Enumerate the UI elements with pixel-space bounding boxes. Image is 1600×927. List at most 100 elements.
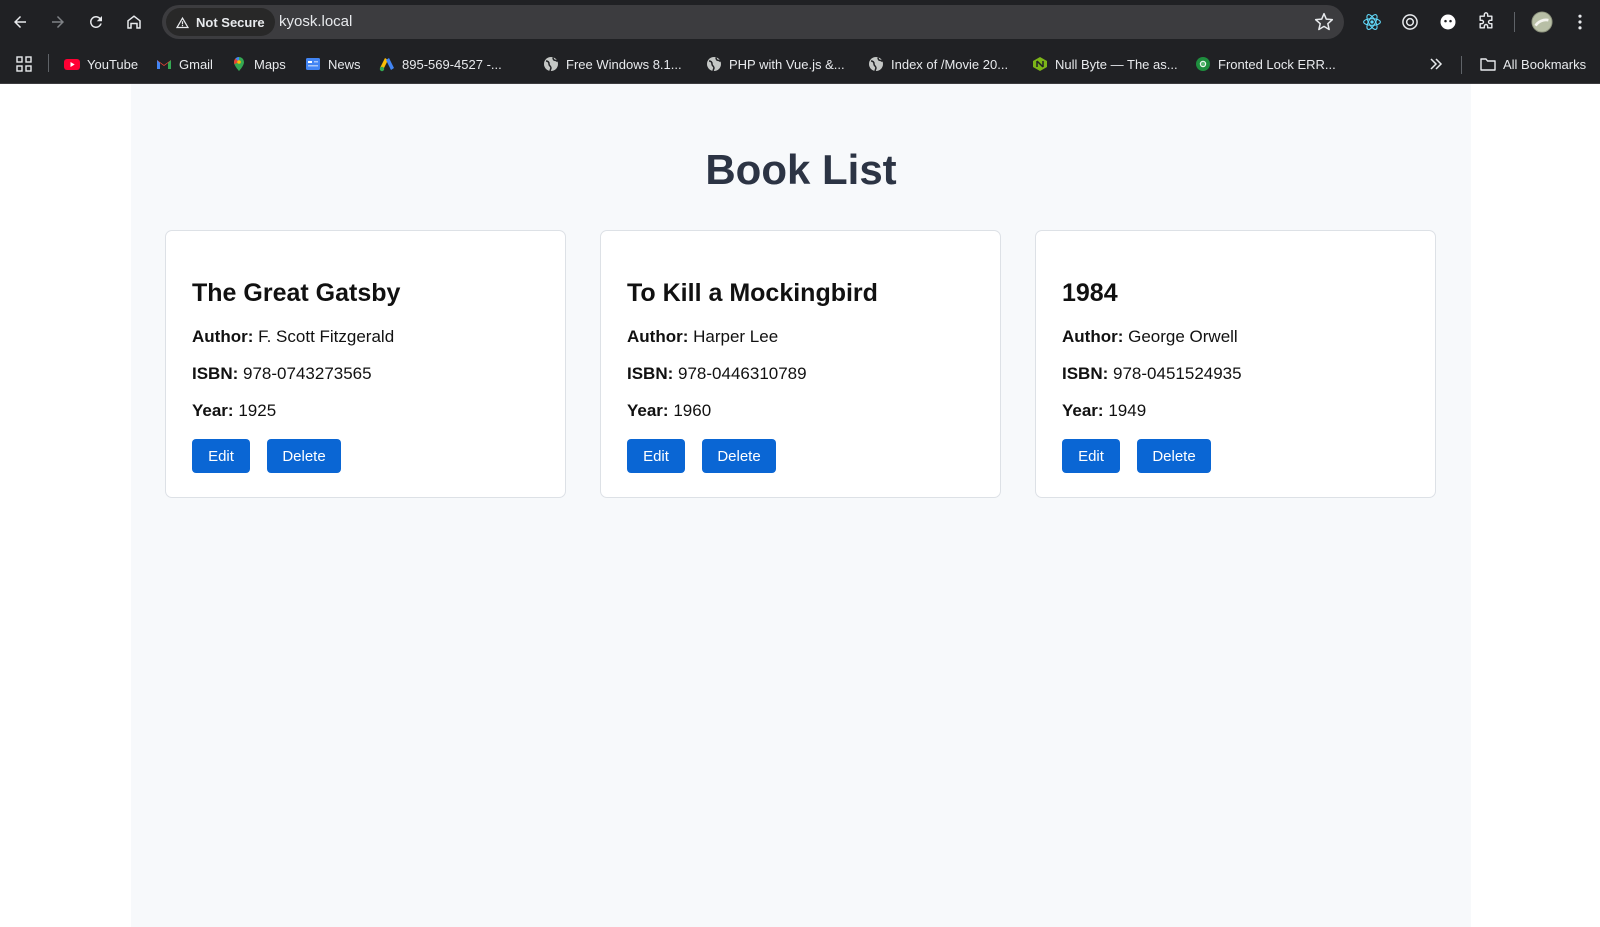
address-bar[interactable]: Not Secure kyosk.local — [162, 5, 1344, 39]
year-label: Year: — [1062, 401, 1104, 420]
chrome-green-icon — [1196, 57, 1210, 71]
book-year: Year: 1949 — [1062, 401, 1146, 421]
edit-button[interactable]: Edit — [1062, 439, 1120, 473]
author-label: Author: — [627, 327, 689, 346]
book-author: Author: George Orwell — [1062, 327, 1238, 347]
bookmark-fronted-lock[interactable]: Fronted Lock ERR... — [1195, 52, 1336, 76]
book-year: Year: 1960 — [627, 401, 711, 421]
isbn-value: 978-0451524935 — [1113, 364, 1242, 383]
double-chevron-right-icon — [1430, 58, 1443, 70]
book-isbn: ISBN: 978-0743273565 — [192, 364, 372, 384]
author-value: George Orwell — [1128, 327, 1238, 346]
year-value: 1960 — [673, 401, 712, 420]
reload-icon — [90, 16, 102, 28]
book-list-app: Book List The Great Gatsby Author: F. Sc… — [131, 84, 1471, 927]
bookmark-label: PHP with Vue.js &... — [729, 56, 845, 72]
bookmark-index-movie[interactable]: Index of /Movie 20... — [868, 52, 1008, 76]
react-devtools-icon[interactable] — [1360, 10, 1384, 34]
reload-button[interactable] — [78, 4, 114, 40]
bookmark-free-windows[interactable]: Free Windows 8.1... — [543, 52, 682, 76]
year-label: Year: — [192, 401, 234, 420]
extensions-puzzle-icon[interactable] — [1474, 10, 1498, 34]
bookmark-label: News — [328, 56, 361, 72]
isbn-value: 978-0446310789 — [678, 364, 807, 383]
author-value: Harper Lee — [693, 327, 779, 346]
bookmarks-bar: YouTube Gmail Maps News 895-569-4527 -..… — [0, 44, 1600, 84]
apps-grid-button[interactable] — [16, 52, 32, 76]
security-label: Not Secure — [196, 14, 265, 30]
book-isbn: ISBN: 978-0446310789 — [627, 364, 807, 384]
bookmark-label: Free Windows 8.1... — [566, 56, 682, 72]
delete-button[interactable]: Delete — [1137, 439, 1211, 473]
bookmark-gmail[interactable]: Gmail — [156, 52, 213, 76]
youtube-icon — [64, 59, 80, 70]
bookmark-label: Gmail — [179, 56, 213, 72]
isbn-label: ISBN: — [192, 364, 239, 383]
warning-triangle-icon — [175, 16, 190, 28]
bookmark-null-byte[interactable]: Null Byte — The as... — [1032, 52, 1178, 76]
all-bookmarks-label: All Bookmarks — [1503, 56, 1587, 72]
book-card: 1984 Author: George Orwell ISBN: 978-045… — [1035, 230, 1436, 498]
book-card: To Kill a Mockingbird Author: Harper Lee… — [600, 230, 1001, 498]
author-value: F. Scott Fitzgerald — [258, 327, 395, 346]
home-icon — [127, 15, 141, 29]
isbn-label: ISBN: — [1062, 364, 1109, 383]
arrow-left-icon — [14, 16, 26, 28]
delete-button[interactable]: Delete — [267, 439, 341, 473]
security-indicator[interactable]: Not Secure — [166, 8, 275, 36]
delete-button[interactable]: Delete — [702, 439, 776, 473]
face-extension-icon[interactable] — [1436, 10, 1460, 34]
profile-avatar[interactable] — [1530, 10, 1554, 34]
bookmark-label: Null Byte — The as... — [1055, 56, 1178, 72]
year-value: 1949 — [1108, 401, 1147, 420]
news-icon — [306, 58, 320, 70]
bookmarks-divider — [1461, 56, 1462, 74]
bookmark-youtube[interactable]: YouTube — [64, 52, 138, 76]
year-label: Year: — [627, 401, 669, 420]
bookmark-label: Index of /Movie 20... — [891, 56, 1009, 72]
bookmark-label: Fronted Lock ERR... — [1218, 56, 1336, 72]
bookmark-star-icon[interactable] — [1314, 12, 1334, 32]
page-title: Book List — [705, 146, 897, 193]
maps-icon — [233, 56, 244, 71]
book-author: Author: Harper Lee — [627, 327, 778, 347]
bookmarks-apps-divider — [48, 54, 49, 72]
browser-toolbar: Not Secure kyosk.local — [0, 0, 1600, 44]
page-viewport: Book List The Great Gatsby Author: F. Sc… — [0, 84, 1600, 927]
year-value: 1925 — [238, 401, 277, 420]
all-bookmarks-button[interactable]: All Bookmarks — [1480, 52, 1586, 76]
apps-grid-icon — [16, 56, 32, 72]
null-byte-icon — [1033, 57, 1047, 71]
back-button[interactable] — [2, 4, 38, 40]
edit-button[interactable]: Edit — [192, 439, 250, 473]
bookmark-label: YouTube — [87, 56, 139, 72]
book-title: To Kill a Mockingbird — [627, 279, 878, 307]
book-author: Author: F. Scott Fitzgerald — [192, 327, 394, 347]
bookmark-php-vue[interactable]: PHP with Vue.js &... — [706, 52, 845, 76]
home-button[interactable] — [116, 4, 152, 40]
book-isbn: ISBN: 978-0451524935 — [1062, 364, 1242, 384]
bookmarks-overflow-button[interactable] — [1428, 52, 1444, 76]
book-title: 1984 — [1062, 279, 1118, 307]
author-label: Author: — [1062, 327, 1124, 346]
bookmark-label: Maps — [254, 56, 286, 72]
globe-icon — [869, 57, 883, 72]
toolbar-divider — [1514, 12, 1515, 32]
ads-icon — [379, 58, 394, 72]
globe-icon — [707, 57, 721, 72]
bookmark-maps[interactable]: Maps — [231, 52, 286, 76]
author-label: Author: — [192, 327, 254, 346]
forward-button[interactable] — [40, 4, 76, 40]
target-extension-icon[interactable] — [1398, 10, 1422, 34]
arrow-right-icon — [52, 16, 64, 28]
folder-icon — [1480, 58, 1496, 71]
bookmark-label: 895-569-4527 -... — [402, 56, 502, 72]
menu-kebab-icon[interactable] — [1568, 10, 1592, 34]
bookmark-ads[interactable]: 895-569-4527 -... — [379, 52, 502, 76]
url-text[interactable]: kyosk.local — [279, 13, 352, 30]
book-year: Year: 1925 — [192, 401, 276, 421]
gmail-icon — [157, 60, 171, 69]
bookmark-news[interactable]: News — [305, 52, 361, 76]
book-title: The Great Gatsby — [192, 279, 401, 307]
edit-button[interactable]: Edit — [627, 439, 685, 473]
